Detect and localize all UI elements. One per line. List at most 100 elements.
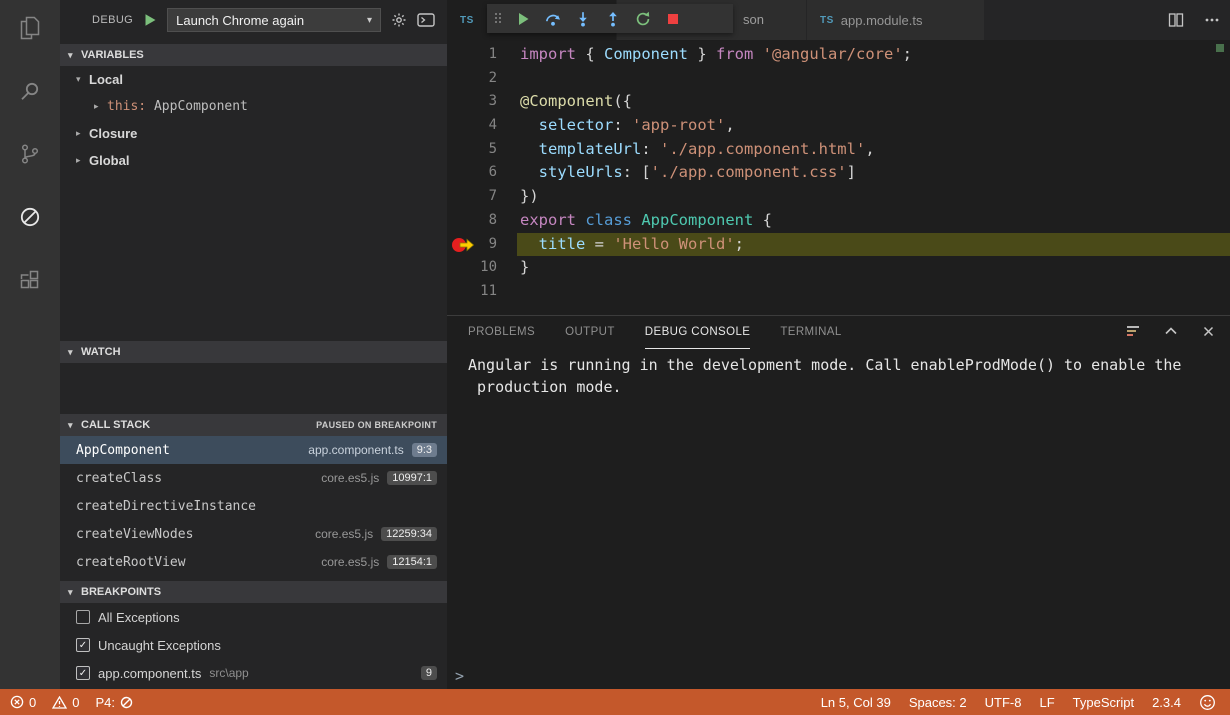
section-title: CALL STACK [81,419,150,431]
close-panel-icon[interactable] [1201,324,1216,339]
chevron-expanded-icon: ▾ [68,347,81,358]
code-line[interactable]: 2 [447,67,1230,91]
panel-tab-terminal[interactable]: TERMINAL [780,316,841,349]
code-text: export class AppComponent { [517,209,1230,233]
breakpoint-row[interactable]: ✓Uncaught Exceptions [60,631,447,659]
breakpoint-checkbox[interactable]: ✓ [76,638,90,652]
code-editor[interactable]: 1import { Component } from '@angular/cor… [447,40,1230,315]
breakpoint-checkbox[interactable]: ✓ [76,666,90,680]
watch-section-header[interactable]: ▾ WATCH [60,341,447,363]
launch-config-dropdown[interactable]: Launch Chrome again ▾ [167,8,381,32]
panel-tab-problems[interactable]: PROBLEMS [468,316,535,349]
code-line[interactable]: 10} [447,256,1230,280]
line-number: 6 [489,161,497,185]
breakpoint-line-badge: 9 [421,666,437,680]
variables-scope-row[interactable]: ▸Global [60,147,447,174]
frame-position-badge: 12154:1 [387,555,437,569]
step-over-button[interactable] [541,7,565,31]
panel-tab-debug-console[interactable]: DEBUG CONSOLE [645,316,751,349]
editor-tab-bar: TS son TS app.module.ts [447,0,1230,40]
toolbar-drag-handle[interactable] [495,13,503,25]
variables-scope-row[interactable]: ▾Local [60,66,447,93]
split-editor-icon[interactable] [1168,12,1184,28]
code-line[interactable]: 9 title = 'Hello World'; [447,233,1230,257]
vscode-window: DEBUG Launch Chrome again ▾ ▾ VARIABLES … [0,0,1230,689]
scope-name: Global [89,153,129,168]
breakpoints-section-header[interactable]: ▾ BREAKPOINTS [60,581,447,603]
token: import [520,45,585,63]
section-title: VARIABLES [81,49,144,61]
token: title [539,235,586,253]
code-line[interactable]: 3@Component({ [447,90,1230,114]
code-line[interactable]: 1import { Component } from '@angular/cor… [447,43,1230,67]
call-stack-frame[interactable]: AppComponentapp.component.ts9:3 [60,436,447,464]
chevron-collapsed-icon: ▸ [76,155,89,166]
status-item[interactable]: LF [1039,695,1054,710]
call-stack-frame[interactable]: createDirectiveInstance [60,492,447,520]
gutter: 3 [447,90,497,114]
explorer-icon[interactable] [16,14,44,42]
clear-console-icon[interactable] [1125,323,1141,339]
feedback-smiley-icon[interactable] [1199,694,1216,711]
tab-label: app.module.ts [841,13,923,28]
debug-console-input[interactable]: > [447,663,1230,689]
warnings-indicator[interactable]: 0 [52,695,79,710]
stop-button[interactable] [661,7,685,31]
frame-name: AppComponent [76,443,308,458]
step-out-button[interactable] [601,7,625,31]
restart-button[interactable] [631,7,655,31]
search-icon[interactable] [16,77,44,105]
line-number: 5 [489,138,497,162]
status-item[interactable]: TypeScript [1073,695,1134,710]
breakpoint-checkbox[interactable] [76,610,90,624]
call-stack-frame[interactable]: createViewNodescore.es5.js12259:34 [60,520,447,548]
token [520,235,539,253]
code-lines: 1import { Component } from '@angular/cor… [447,43,1230,304]
scm-label: P4: [95,695,115,710]
continue-button[interactable] [511,7,535,31]
maximize-panel-icon[interactable] [1163,323,1179,339]
line-number: 3 [489,90,497,114]
code-line[interactable]: 11 [447,280,1230,304]
step-over-icon [545,11,561,27]
variables-scope-row[interactable]: ▸Closure [60,120,447,147]
status-item[interactable]: Spaces: 2 [909,695,967,710]
token: 'Hello World' [613,235,734,253]
status-item[interactable]: UTF-8 [985,695,1022,710]
panel-tab-output[interactable]: OUTPUT [565,316,615,349]
breakpoint-row[interactable]: All Exceptions [60,603,447,631]
debug-toolbar [487,4,733,33]
code-line[interactable]: 5 templateUrl: './app.component.html', [447,138,1230,162]
step-into-button[interactable] [571,7,595,31]
variables-section-header[interactable]: ▾ VARIABLES [60,44,447,66]
frame-name: createDirectiveInstance [76,499,437,514]
token: export [520,211,585,229]
more-actions-icon[interactable] [1204,12,1220,28]
console-line: production mode. [468,377,1230,399]
code-line[interactable]: 8export class AppComponent { [447,209,1230,233]
launch-config-value: Launch Chrome again [176,13,304,28]
extensions-icon[interactable] [16,266,44,294]
breakpoint-row[interactable]: ✓app.component.tssrc\app9 [60,659,447,687]
source-control-icon[interactable] [16,140,44,168]
call-stack-frame[interactable]: createRootViewcore.es5.js12154:1 [60,548,447,576]
token: , [725,116,734,134]
call-stack-section-header[interactable]: ▾ CALL STACK PAUSED ON BREAKPOINT [60,414,447,436]
variable-row[interactable]: ▸this: AppComponent [60,93,447,120]
configure-gear-icon[interactable] [391,12,407,28]
token: { [753,211,772,229]
start-debug-button[interactable] [143,13,157,27]
errors-indicator[interactable]: 0 [10,695,36,710]
code-line[interactable]: 6 styleUrls: ['./app.component.css'] [447,161,1230,185]
debug-console-toggle-icon[interactable] [417,13,435,27]
tab-app-module[interactable]: TS app.module.ts [807,0,985,40]
status-item[interactable]: 2.3.4 [1152,695,1181,710]
code-line[interactable]: 4 selector: 'app-root', [447,114,1230,138]
code-line[interactable]: 7}) [447,185,1230,209]
warning-count: 0 [72,695,79,710]
scm-indicator[interactable]: P4: [95,695,133,710]
call-stack-frame[interactable]: createClasscore.es5.js10997:1 [60,464,447,492]
status-item[interactable]: Ln 5, Col 39 [821,695,891,710]
stop-icon [665,11,681,27]
debug-icon[interactable] [16,203,44,231]
